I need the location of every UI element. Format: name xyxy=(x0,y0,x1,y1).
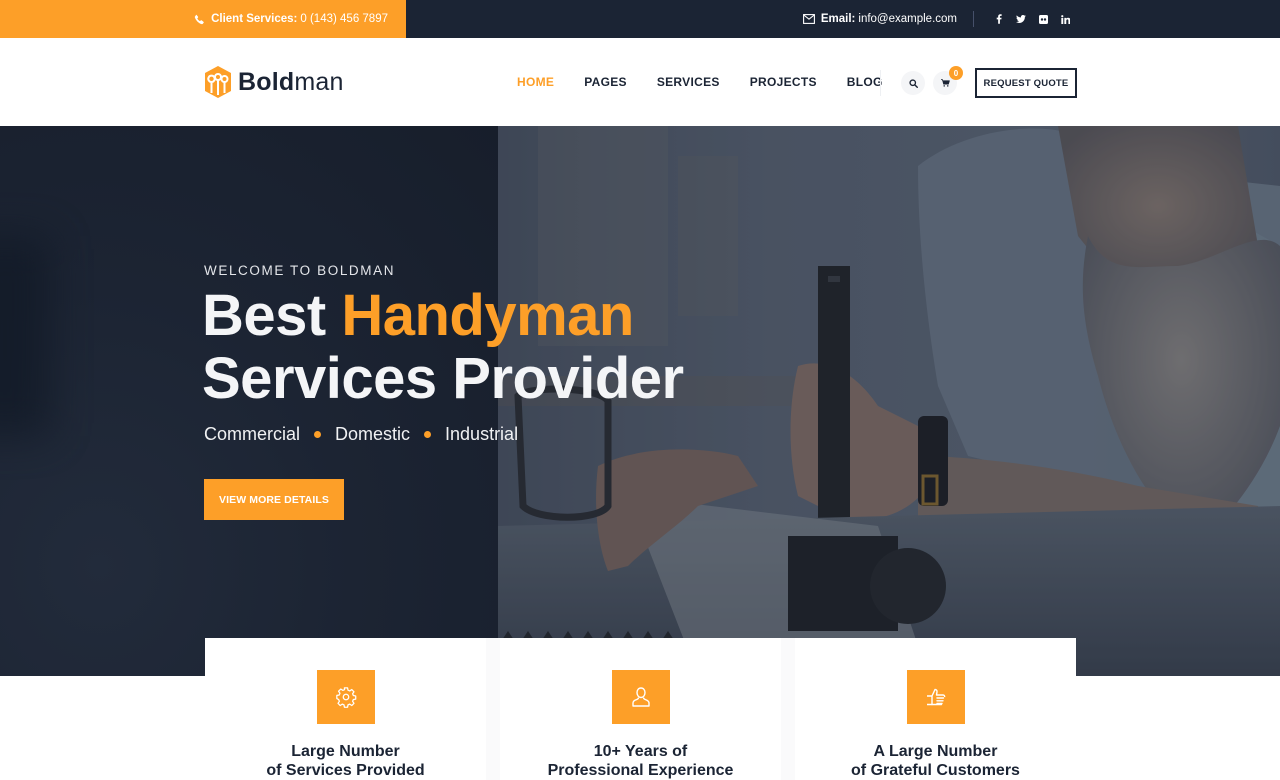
nav-divider xyxy=(880,70,881,96)
feature-title-line2: Professional Experience xyxy=(547,762,734,779)
email-link[interactable]: info@example.com xyxy=(858,13,957,25)
feature-title: Large Number of Services Provided xyxy=(266,742,424,780)
search-button[interactable] xyxy=(901,71,925,95)
hero-section: WELCOME TO BOLDMAN Best Handyman Service… xyxy=(0,126,1280,676)
hero-title: Best Handyman Services Provider xyxy=(202,284,684,410)
logo[interactable]: Boldman xyxy=(204,66,344,98)
feature-title-line1: A Large Number xyxy=(873,743,998,760)
nav-blog[interactable]: BLOG xyxy=(847,75,883,89)
client-services-phone[interactable]: 0 (143) 456 7897 xyxy=(300,13,388,25)
hero-title-line2: Services Provider xyxy=(202,346,684,411)
view-more-details-button[interactable]: VIEW MORE DETAILS xyxy=(204,479,344,520)
user-icon xyxy=(631,687,650,707)
feature-title: A Large Number of Grateful Customers xyxy=(851,742,1020,780)
nav-projects[interactable]: PROJECTS xyxy=(750,75,817,89)
email-label: Email: xyxy=(820,13,856,25)
contact-bar: Email: info@example.com xyxy=(802,0,1076,38)
search-icon xyxy=(908,78,918,88)
feature-card: Large Number of Services Provided xyxy=(205,638,486,780)
top-bar: Client Services: 0 (143) 456 7897 Email:… xyxy=(0,0,1280,38)
social-links xyxy=(988,10,1076,28)
hero-service-tags: Commercial Domestic Industrial xyxy=(204,424,518,445)
bullet-dot xyxy=(424,431,432,438)
hero-title-best: Best xyxy=(202,283,342,348)
features-row: Large Number of Services Provided 10+ Ye… xyxy=(205,638,1076,780)
cart-count-badge: 0 xyxy=(949,66,963,80)
feature-icon-box xyxy=(906,670,965,724)
bullet-dot xyxy=(314,431,322,438)
main-nav: HOME PAGES SERVICES PROJECTS BLOG xyxy=(517,38,913,126)
hero-eyebrow: WELCOME TO BOLDMAN xyxy=(204,263,396,278)
hero-tag: Domestic xyxy=(335,424,411,444)
client-services-bar: Client Services: 0 (143) 456 7897 xyxy=(0,0,406,38)
thumbs-up-icon xyxy=(926,688,945,706)
hero-tag: Commercial xyxy=(204,424,301,444)
feature-card: A Large Number of Grateful Customers xyxy=(781,638,1076,780)
logo-text-light: man xyxy=(294,67,344,96)
nav-services[interactable]: SERVICES xyxy=(657,75,720,89)
request-quote-button[interactable]: REQUEST QUOTE xyxy=(975,68,1077,98)
site-header: Boldman HOME PAGES SERVICES PROJECTS BLO… xyxy=(0,38,1280,126)
feature-title-line1: 10+ Years of xyxy=(593,743,688,760)
facebook-icon xyxy=(996,14,1002,24)
gear-icon xyxy=(335,687,356,708)
cart-icon xyxy=(940,79,950,87)
feature-icon-box xyxy=(611,670,670,724)
feature-title: 10+ Years of Professional Experience xyxy=(548,742,734,780)
flickr-icon xyxy=(1038,14,1048,24)
twitter-icon xyxy=(1016,15,1026,23)
feature-title-line1: Large Number xyxy=(291,743,400,760)
facebook-link[interactable] xyxy=(988,10,1010,28)
flickr-link[interactable] xyxy=(1032,10,1054,28)
feature-title-line2: of Grateful Customers xyxy=(851,762,1020,779)
linkedin-link[interactable] xyxy=(1054,10,1076,28)
topbar-divider xyxy=(973,11,974,27)
twitter-link[interactable] xyxy=(1010,10,1032,28)
nav-pages[interactable]: PAGES xyxy=(584,75,627,89)
hero-title-highlight: Handyman xyxy=(341,283,634,348)
feature-title-line2: of Services Provided xyxy=(266,762,425,779)
logo-mark-icon xyxy=(205,66,231,98)
feature-icon-box xyxy=(316,670,375,724)
envelope-icon xyxy=(802,14,815,24)
phone-icon xyxy=(194,14,205,25)
linkedin-icon xyxy=(1060,14,1070,24)
logo-text: Boldman xyxy=(238,68,344,97)
nav-home[interactable]: HOME xyxy=(517,75,554,89)
logo-text-bold: Bold xyxy=(238,67,295,96)
client-services-label: Client Services: xyxy=(211,13,298,25)
hero-tag: Industrial xyxy=(445,424,519,444)
feature-card: 10+ Years of Professional Experience xyxy=(486,638,781,780)
